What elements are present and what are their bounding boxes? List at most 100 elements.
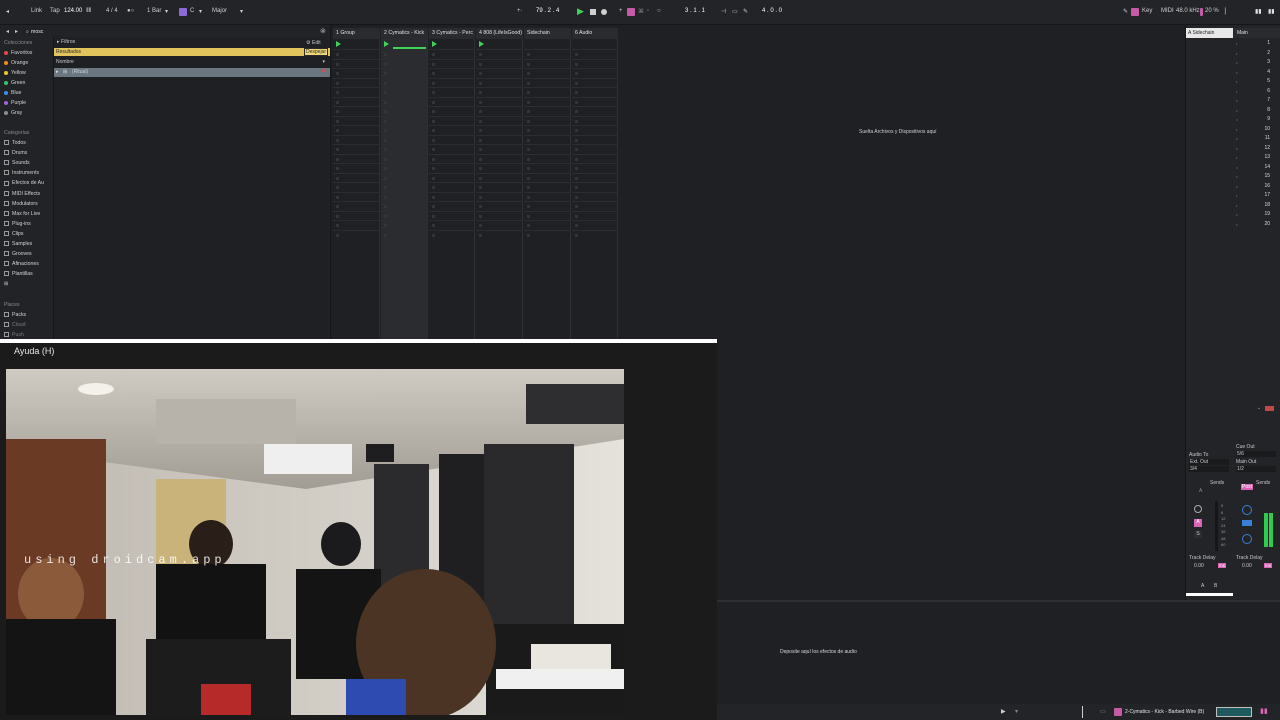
clip-stop-button[interactable] xyxy=(384,62,387,66)
category-item[interactable]: Todos xyxy=(4,140,26,146)
clip-stop-button[interactable] xyxy=(432,110,435,113)
scene-launch-icon[interactable]: ▸ xyxy=(1236,212,1238,217)
clip-stop-button[interactable] xyxy=(432,214,435,218)
clip-stop-button[interactable] xyxy=(432,157,435,161)
track-header[interactable]: 1 Group xyxy=(333,28,380,39)
clip-stop-button[interactable] xyxy=(479,157,482,161)
scene-number[interactable]: 5 xyxy=(1267,78,1270,84)
filter-edit-button[interactable]: Edit xyxy=(312,40,321,46)
clip-stop-button[interactable] xyxy=(527,224,530,227)
clip-waveform-preview[interactable] xyxy=(1216,707,1252,717)
clip-stop-button[interactable] xyxy=(384,157,387,161)
main-track-header[interactable]: Main xyxy=(1234,28,1280,38)
clip-stop-button[interactable] xyxy=(384,129,387,132)
arrangement-position-icon[interactable]: +· xyxy=(517,8,523,14)
category-item[interactable]: Clips xyxy=(4,231,24,237)
clip-stop-button[interactable] xyxy=(336,110,339,113)
sort-icon[interactable]: ▾ xyxy=(322,59,325,65)
clip-stop-button[interactable] xyxy=(384,186,387,189)
clip-stop-button[interactable] xyxy=(479,100,482,104)
scene-number[interactable]: 7 xyxy=(1267,97,1270,103)
clip-slot[interactable] xyxy=(333,106,380,107)
clip-stop-button[interactable] xyxy=(479,148,482,151)
place-item[interactable]: Packs xyxy=(4,312,26,318)
sidechain-track-header[interactable]: A Sidechain xyxy=(1186,28,1233,38)
clip-slot[interactable] xyxy=(476,68,523,69)
clip-stop-button[interactable] xyxy=(479,233,482,237)
clip-stop-button[interactable] xyxy=(527,186,530,189)
clip-slot[interactable] xyxy=(429,153,475,155)
clip-slot[interactable] xyxy=(429,210,475,212)
clip-stop-button[interactable] xyxy=(336,62,339,66)
overdub-icon[interactable]: + xyxy=(619,8,623,14)
clip-stop-button[interactable] xyxy=(336,195,339,199)
clip-stop-button[interactable] xyxy=(527,233,530,237)
pencil-icon[interactable]: ✎ xyxy=(1123,8,1128,15)
clip-slot[interactable] xyxy=(381,153,428,155)
clip-slot[interactable] xyxy=(429,77,475,79)
scene-number[interactable]: 15 xyxy=(1264,173,1270,179)
clip-slot[interactable] xyxy=(333,134,380,136)
clip-slot[interactable] xyxy=(381,58,428,60)
midi-map-button[interactable]: MIDI xyxy=(1161,8,1174,14)
clip-stop-button[interactable] xyxy=(336,81,339,85)
clip-stop-button[interactable] xyxy=(432,233,435,237)
clip-stop-button[interactable] xyxy=(336,148,339,151)
name-column-header[interactable]: Nombre xyxy=(56,59,74,65)
stop-button[interactable] xyxy=(590,9,596,15)
selected-clip-name[interactable]: 2-Cymatics - Kick - Barbed Wire (B) xyxy=(1125,709,1204,715)
clip-slot[interactable] xyxy=(381,106,428,107)
scene-number[interactable]: 2 xyxy=(1267,50,1270,56)
clip-stop-button[interactable] xyxy=(384,167,387,170)
clip-slot[interactable] xyxy=(429,144,475,145)
track-header[interactable]: 6 Audio xyxy=(572,28,618,39)
clip-slot[interactable] xyxy=(572,68,618,69)
clip-slot[interactable] xyxy=(572,49,618,50)
track-header[interactable]: 4 808 (LifeIsGood) xyxy=(476,28,523,39)
clip-slot[interactable] xyxy=(381,191,428,193)
clip-stop-button[interactable] xyxy=(575,224,578,227)
clip-stop-button[interactable] xyxy=(575,138,578,142)
scene-number[interactable]: 20 xyxy=(1264,221,1270,227)
clip-slot[interactable] xyxy=(381,96,428,98)
clip-slot[interactable] xyxy=(524,144,571,145)
key-map-icon[interactable] xyxy=(1131,8,1139,16)
clip-stop-button[interactable] xyxy=(432,195,435,199)
clip-stop-button[interactable] xyxy=(432,91,435,94)
automation-arm-icon[interactable] xyxy=(627,8,635,16)
scene-number[interactable]: 16 xyxy=(1264,183,1270,189)
scene-launch-icon[interactable]: ▸ xyxy=(1236,203,1238,208)
clip-stop-button[interactable] xyxy=(479,81,482,85)
clip-slot[interactable] xyxy=(524,172,571,174)
scene-launch-icon[interactable]: ▸ xyxy=(1236,89,1238,94)
scene-launch-icon[interactable]: ▸ xyxy=(1236,51,1238,56)
clip-stop-button[interactable] xyxy=(384,224,387,227)
main-activator-button[interactable] xyxy=(1242,520,1252,526)
clip-slot[interactable] xyxy=(572,210,618,212)
clip-slot[interactable] xyxy=(429,96,475,98)
clip-slot[interactable] xyxy=(381,220,428,221)
clip-slot[interactable] xyxy=(524,58,571,60)
clip-slot[interactable] xyxy=(524,87,571,88)
clip-stop-button[interactable] xyxy=(479,167,482,170)
scene-launch-icon[interactable]: ▸ xyxy=(1236,41,1238,46)
clip-slot[interactable] xyxy=(381,49,428,50)
clip-slot[interactable] xyxy=(572,220,618,221)
category-item[interactable]: Modulators xyxy=(4,201,38,207)
session-record-icon[interactable]: ⌘ xyxy=(638,8,644,15)
clip-stop-button[interactable] xyxy=(575,148,578,151)
record-button[interactable] xyxy=(601,9,607,15)
clip-stop-button[interactable] xyxy=(479,186,482,189)
tempo-field[interactable]: 124.00 xyxy=(64,8,82,14)
scene-launch-icon[interactable]: ▸ xyxy=(1236,127,1238,132)
loop-start-field[interactable]: 3 . 1 . 1 xyxy=(685,8,705,14)
clip-slot[interactable] xyxy=(524,125,571,126)
clip-stop-button[interactable] xyxy=(432,148,435,151)
clip-stop-button[interactable] xyxy=(479,195,482,199)
clip-stop-button[interactable] xyxy=(336,186,339,189)
scale-mode-icon[interactable] xyxy=(179,8,187,16)
clip-slot[interactable] xyxy=(429,49,475,50)
main-out-select[interactable]: 1/2 xyxy=(1236,466,1276,472)
clip-slot[interactable] xyxy=(476,115,523,117)
clip-slot[interactable] xyxy=(333,220,380,221)
